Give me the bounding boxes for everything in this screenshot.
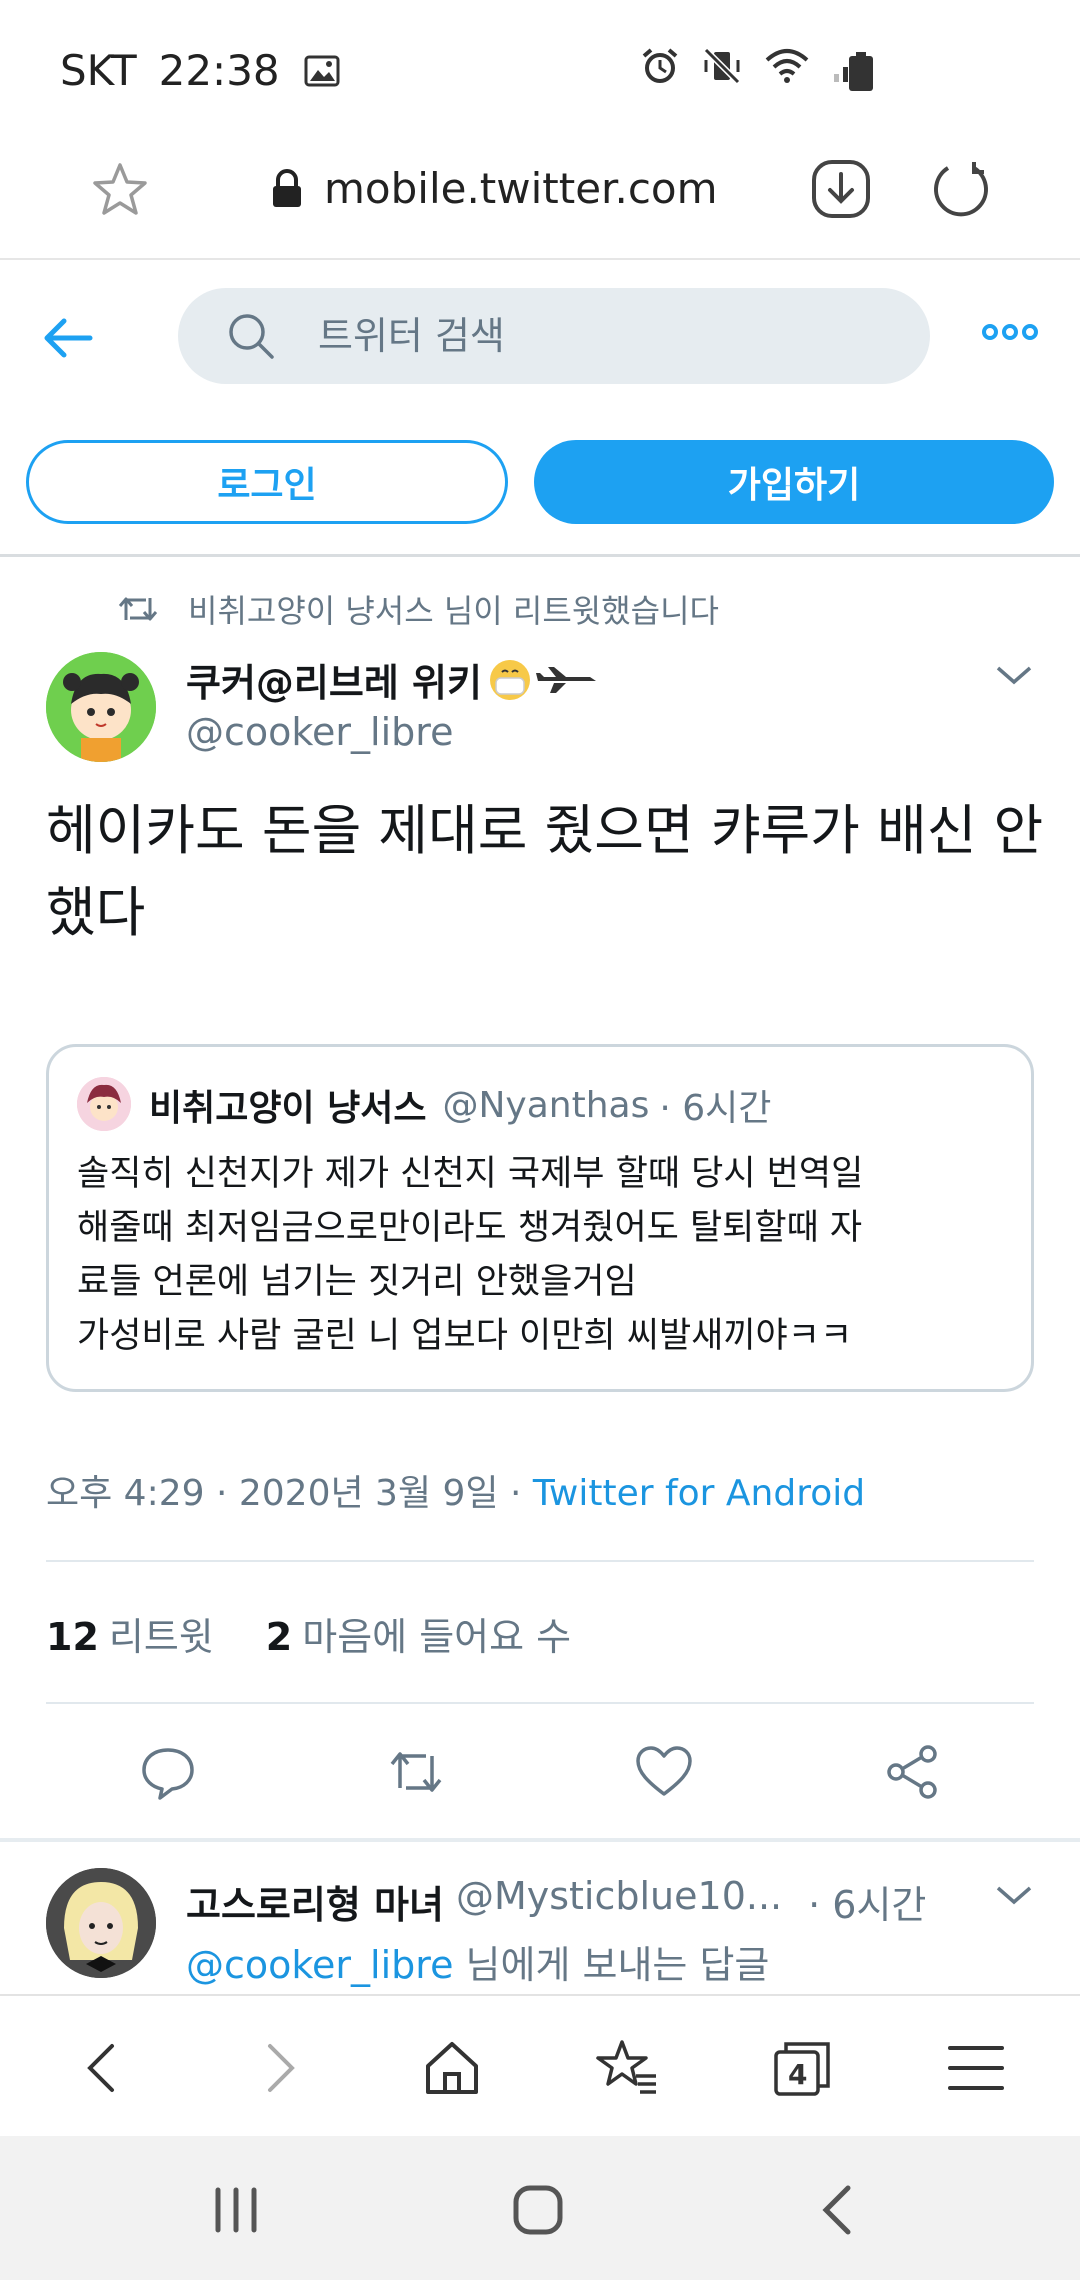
tweet-actions	[0, 1736, 1080, 1806]
system-back-icon[interactable]	[810, 2182, 870, 2238]
heart-icon[interactable]	[634, 1742, 694, 1802]
browser-forward-icon[interactable]	[246, 2036, 310, 2100]
header-divider	[0, 554, 1080, 557]
image-icon	[304, 55, 340, 86]
reply-avatar-image	[46, 1868, 156, 1978]
mask-face-emoji-icon	[489, 659, 530, 700]
search-input[interactable]	[318, 314, 878, 358]
retweets-count: 12	[46, 1615, 99, 1659]
search-box[interactable]	[178, 288, 930, 384]
likes-count: 2	[265, 1615, 293, 1659]
reply-time: · 6시간	[808, 1883, 927, 1927]
browser-back-icon[interactable]	[72, 2036, 136, 2100]
system-nav-bar	[0, 2136, 1080, 2280]
chevron-down-icon[interactable]	[994, 660, 1034, 690]
chevron-down-icon[interactable]	[994, 1880, 1034, 1910]
quote-line: 료들 언론에 넘기는 짓거리 안했을거임	[77, 1262, 637, 1302]
vibrate-mute-icon	[703, 47, 741, 85]
quote-header: 비취고양이 냥서스 @Nyanthas · 6시간	[149, 1079, 771, 1131]
reload-icon[interactable]	[930, 158, 992, 220]
tweet-meta: 오후 4:29 · 2020년 3월 9일 · Twitter for Andr…	[46, 1464, 865, 1516]
retweet-icon	[118, 597, 158, 621]
quote-line: 가성비로 사람 굴린 니 업보다 이만희 씨발새끼야ㅋㅋ	[77, 1316, 853, 1356]
quoted-tweet[interactable]: 비취고양이 냥서스 @Nyanthas · 6시간 솔직히 신천지가 제가 신천…	[46, 1044, 1034, 1392]
likes-stat[interactable]: 2 마음에 들어요 수	[266, 1606, 571, 1661]
quote-text: 솔직히 신천지가 제가 신천지 국제부 할때 당시 번역일 해줄때 최저임금으로…	[77, 1147, 1017, 1363]
reply-icon[interactable]	[138, 1742, 198, 1802]
carrier-label: SKT	[60, 46, 137, 95]
quote-author-name: 비취고양이 냥서스	[149, 1088, 427, 1129]
quote-line: 솔직히 신천지가 제가 신천지 국제부 할때 당시 번역일	[77, 1154, 864, 1194]
back-arrow-icon[interactable]	[42, 312, 94, 364]
star-icon[interactable]	[90, 160, 150, 220]
author-handle[interactable]: @cooker_libre	[186, 710, 453, 754]
retweet-context-text: 비취고양이 냥서스 님이 리트윗했습니다	[188, 592, 719, 630]
status-left: SKT 22:38	[60, 46, 340, 95]
tweet-timestamp: 오후 4:29 · 2020년 3월 9일 ·	[46, 1473, 522, 1514]
reply-context: @cooker_libre 님에게 보내는 답글	[186, 1934, 769, 1989]
download-icon[interactable]	[810, 158, 872, 220]
retweets-stat[interactable]: 12 리트윗	[46, 1606, 214, 1661]
status-bar: SKT 22:38	[0, 0, 1080, 140]
quote-author-avatar	[77, 1077, 131, 1131]
battery-icon	[849, 52, 873, 91]
more-options-icon[interactable]	[982, 324, 1040, 346]
author-name-text: 쿠커@리브레 위키	[186, 661, 482, 705]
divider	[46, 1702, 1034, 1704]
divider	[46, 1560, 1034, 1562]
author-avatar[interactable]	[46, 652, 156, 762]
twitter-header	[0, 262, 1080, 412]
wifi-icon	[765, 49, 809, 83]
reply-mention-link[interactable]: @cooker_libre	[186, 1943, 453, 1987]
alarm-icon	[642, 48, 678, 83]
search-icon	[229, 314, 274, 359]
airplane-emoji-icon	[535, 666, 596, 693]
retweet-action-icon[interactable]	[386, 1742, 446, 1802]
author-avatar-image	[46, 652, 156, 762]
tweet-stats: 12 리트윗 2 마음에 들어요 수	[46, 1606, 571, 1661]
address-field[interactable]: mobile.twitter.com	[270, 164, 718, 213]
signup-button[interactable]: 가입하기	[534, 440, 1054, 524]
system-home-icon[interactable]	[508, 2182, 568, 2238]
auth-row: 로그인 가입하기	[0, 438, 1080, 530]
quote-author-handle: @Nyanthas	[442, 1084, 650, 1126]
share-icon[interactable]	[882, 1742, 942, 1802]
reply-suffix: 님에게 보내는 답글	[465, 1943, 770, 1987]
recent-apps-icon[interactable]	[206, 2182, 266, 2238]
tweet-source-link[interactable]: Twitter for Android	[533, 1473, 865, 1514]
reply-header: 고스로리형 마녀 @Mysticblue10... · 6시간	[186, 1874, 926, 1929]
tabs-button[interactable]: 4	[770, 2036, 834, 2100]
bookmarks-icon[interactable]	[596, 2036, 660, 2100]
menu-icon[interactable]	[944, 2036, 1008, 2100]
tweet-text: 헤이카도 돈을 제대로 줬으면 캬루가 배신 안했다	[46, 799, 1044, 944]
clock-time: 22:38	[158, 46, 280, 95]
reply-author-name[interactable]: 고스로리형 마녀	[186, 1874, 444, 1929]
retweets-label: 리트윗	[108, 1615, 214, 1659]
lock-icon	[273, 168, 301, 207]
quote-avatar-image	[77, 1077, 131, 1131]
retweet-context: 비취고양이 냥서스 님이 리트윗했습니다	[118, 586, 719, 632]
reply-author-avatar[interactable]	[46, 1868, 156, 1978]
browser-bottom-nav: 4	[0, 1994, 1080, 2134]
quote-time: · 6시간	[659, 1088, 772, 1129]
quote-line: 해줄때 최저임금으로만이라도 챙겨줬어도 탈퇴할때 자	[77, 1208, 863, 1248]
author-name[interactable]: 쿠커@리브레 위키	[186, 652, 600, 707]
browser-url-bar: mobile.twitter.com	[0, 140, 1080, 260]
likes-label: 마음에 들어요 수	[302, 1615, 572, 1659]
url-text: mobile.twitter.com	[324, 164, 718, 213]
tabs-count: 4	[788, 2058, 808, 2091]
login-button[interactable]: 로그인	[26, 440, 508, 524]
reply-author-handle[interactable]: @Mysticblue10...	[456, 1874, 782, 1929]
status-icons	[640, 46, 872, 86]
section-divider	[0, 1838, 1080, 1842]
home-icon[interactable]	[420, 2036, 484, 2100]
